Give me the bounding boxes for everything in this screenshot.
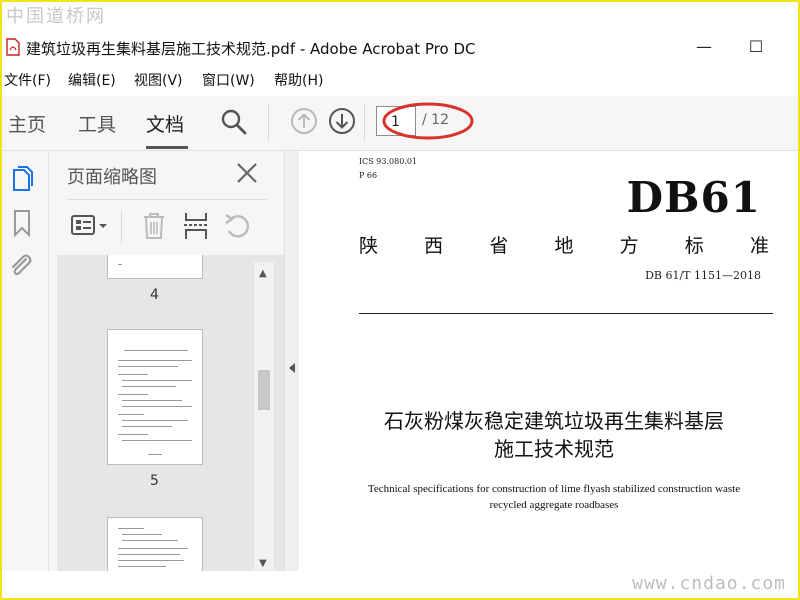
english-title-line: Technical specifications for constructio… [367,483,741,495]
province-char: 陕 [359,235,379,257]
menu-file[interactable]: 文件(F) [4,70,51,90]
p-code: P 66 [359,171,378,180]
ics-code: ICS 93.080.01 [359,157,418,166]
rotate-page-icon[interactable] [223,211,253,245]
title-bar: 建筑垃圾再生集料基层施工技术规范.pdf - Adobe Acrobat Pro… [0,34,800,62]
collapse-arrow-icon[interactable] [287,359,297,378]
delete-page-icon[interactable] [141,211,167,245]
toolbar-separator [268,104,269,140]
scroll-down-icon[interactable]: ▼ [259,558,267,569]
panel-divider [67,199,267,200]
page-thumbnail[interactable] [107,517,203,571]
page-thumbnail[interactable] [107,329,203,465]
attachment-icon[interactable] [8,251,34,285]
thumbnail-page-number: 5 [150,473,159,489]
province-standard-line: 陕 西 省 地 方 标 准 [359,231,769,258]
next-page-icon[interactable] [328,107,356,139]
title-line: 石灰粉煤灰稳定建筑垃圾再生集料基层 [384,409,724,433]
menu-view[interactable]: 视图(V) [134,70,183,90]
menu-edit[interactable]: 编辑(E) [68,70,116,90]
minimize-button[interactable]: — [686,34,722,62]
active-tab-indicator [146,146,188,149]
tab-home[interactable]: 主页 [8,110,46,137]
menu-bar: 文件(F) 编辑(E) 视图(V) 窗口(W) 帮助(H) [0,68,800,90]
panel-title: 页面缩略图 [67,167,157,188]
document-page: ICS 93.080.01 P 66 DB61 陕 西 省 地 方 标 准 DB… [299,151,797,571]
bookmark-icon[interactable] [12,209,32,241]
tab-tools[interactable]: 工具 [78,110,116,137]
watermark-bottom: www.cndao.com [632,573,786,594]
thumbnail-page-number: 4 [150,287,159,303]
province-char: 方 [619,235,639,257]
navigation-rail [0,151,49,571]
close-icon[interactable] [235,161,259,185]
thumbnail-options-icon[interactable] [71,213,111,243]
insert-page-icon[interactable] [183,211,209,245]
pages-icon[interactable] [10,165,36,197]
maximize-button[interactable]: ☐ [738,34,774,62]
previous-page-icon[interactable] [290,107,318,139]
toolbar-separator [121,211,122,243]
header-rule [359,313,773,314]
panel-collapse-handle[interactable] [284,151,300,571]
standard-code: DB 61/T 1151—2018 [645,269,761,282]
thumbnail-list: 4 5 [57,255,287,571]
province-char: 准 [749,235,769,257]
toolbar-separator [364,104,365,140]
thumbnail-panel: 页面缩略图 4 5 [49,151,287,571]
pdf-file-icon [6,38,20,56]
english-title: Technical specifications for constructio… [339,481,769,513]
thumbnail-scrollbar[interactable]: ▲ ▼ [254,262,274,570]
province-char: 标 [684,235,704,257]
province-char: 西 [424,235,444,257]
page-thumbnail[interactable] [107,255,203,279]
menu-help[interactable]: 帮助(H) [274,70,323,90]
menu-window[interactable]: 窗口(W) [202,70,255,90]
search-icon[interactable] [220,108,248,140]
standard-mark: DB61 [626,173,761,222]
province-char: 地 [554,235,574,257]
province-char: 省 [489,235,509,257]
highlight-oval [382,102,474,140]
title-line: 施工技术规范 [494,437,614,461]
scroll-up-icon[interactable]: ▲ [259,268,267,279]
window-title: 建筑垃圾再生集料基层施工技术规范.pdf - Adobe Acrobat Pro… [26,40,476,58]
watermark-top: 中国道桥网 [6,6,106,27]
scroll-thumb[interactable] [258,370,270,410]
english-title-line: recycled aggregate roadbases [489,499,619,511]
tab-document[interactable]: 文档 [146,110,184,137]
document-title: 石灰粉煤灰稳定建筑垃圾再生集料基层 施工技术规范 [339,407,769,463]
